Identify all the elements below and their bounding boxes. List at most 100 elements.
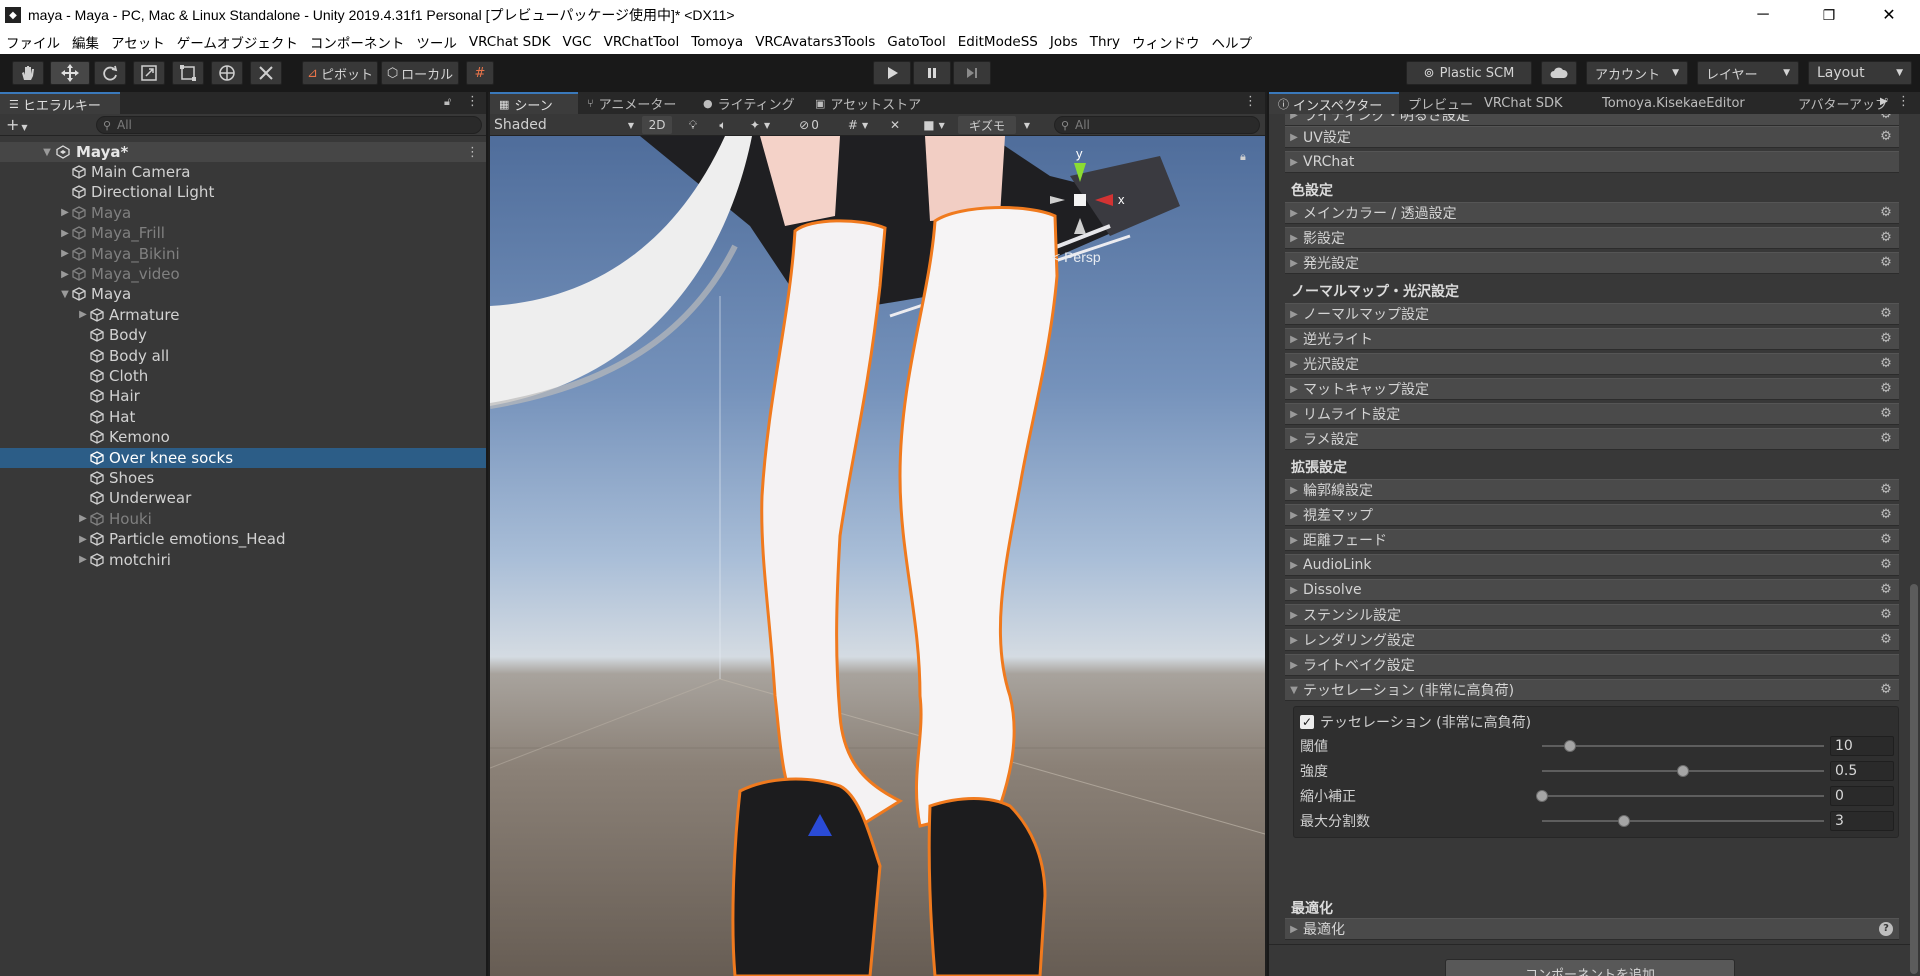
foldout-row[interactable]: ▶ 逆光ライト ⚙ <box>1285 328 1899 350</box>
gizmos-toggle[interactable]: ギズモ <box>958 116 1016 134</box>
shading-mode-dropdown[interactable]: Shaded ▼ <box>494 116 634 134</box>
hierarchy-row[interactable]: Main Camera <box>0 162 486 182</box>
hierarchy-row[interactable]: Hat <box>0 407 486 427</box>
menu-item[interactable]: アセット <box>105 32 171 52</box>
param-slider[interactable] <box>1542 745 1824 747</box>
chevron-down-icon[interactable]: ▼ <box>40 147 54 158</box>
hidden-objects-toggle[interactable]: ⊘ 0 <box>786 116 832 134</box>
chevron-right-icon[interactable]: ▶ <box>76 309 90 320</box>
slider-knob[interactable] <box>1677 765 1689 777</box>
plastic-scm-button[interactable]: ⊚ Plastic SCM <box>1406 61 1532 85</box>
param-value-field[interactable]: 0 <box>1830 786 1894 806</box>
hierarchy-row[interactable]: ▶ Maya_Bikini <box>0 244 486 264</box>
chevron-down-icon[interactable]: ▼ <box>58 289 72 300</box>
kebab-menu-icon[interactable]: ⋮ <box>1244 94 1257 109</box>
gear-icon[interactable]: ⚙ <box>1879 114 1893 122</box>
create-button[interactable]: + ▼ <box>6 115 28 134</box>
hierarchy-row[interactable]: ▶ Maya_Frill <box>0 223 486 243</box>
gear-icon[interactable]: ⚙ <box>1879 583 1893 597</box>
move-tool-button[interactable] <box>50 61 90 85</box>
hierarchy-row[interactable]: Over knee socks <box>0 447 486 468</box>
hierarchy-row[interactable]: Directional Light <box>0 182 486 202</box>
gear-icon[interactable]: ⚙ <box>1879 231 1893 245</box>
menu-item[interactable]: GatoTool <box>881 34 952 50</box>
hierarchy-row[interactable]: ▶ Armature <box>0 305 486 325</box>
tab-scene[interactable]: ▦ シーン <box>490 92 578 114</box>
gear-icon[interactable]: ⚙ <box>1879 683 1893 697</box>
hierarchy-row[interactable]: ▶ Particle emotions_Head <box>0 529 486 549</box>
kebab-menu-icon[interactable]: ⋮ <box>466 94 479 109</box>
foldout-row[interactable]: ▶ メインカラー / 透過設定 ⚙ <box>1285 202 1899 224</box>
foldout-row[interactable]: ▶ ノーマルマップ設定 ⚙ <box>1285 303 1899 325</box>
hierarchy-row[interactable]: Body <box>0 325 486 345</box>
tab-inspector[interactable]: ⓘ インスペクター <box>1269 92 1399 114</box>
gear-icon[interactable]: ⚙ <box>1879 432 1893 446</box>
tessellation-checkbox[interactable]: ✓ <box>1300 715 1314 729</box>
grid-dropdown[interactable]: # ▼ <box>838 116 878 134</box>
hierarchy-row[interactable]: Hair <box>0 386 486 406</box>
foldout-row[interactable]: ▶ ライトベイク設定 <box>1285 654 1899 676</box>
snap-toggle[interactable]: # <box>466 61 494 85</box>
scale-tool-button[interactable] <box>133 61 165 85</box>
foldout-row[interactable]: ▶ 距離フェード ⚙ <box>1285 529 1899 551</box>
hierarchy-row[interactable]: ▼ Maya <box>0 284 486 304</box>
gear-icon[interactable]: ⚙ <box>1879 407 1893 421</box>
lock-icon[interactable]: 🔓︎ <box>444 95 451 109</box>
menu-item[interactable]: 編集 <box>66 32 105 52</box>
gear-icon[interactable]: ⚙ <box>1879 608 1893 622</box>
chevron-right-icon[interactable]: ▶ <box>58 248 72 259</box>
param-value-field[interactable]: 10 <box>1830 736 1894 756</box>
menu-item[interactable]: VRCAvatars3Tools <box>749 34 881 50</box>
foldout-row[interactable]: ▶ UV設定 ⚙ <box>1285 126 1899 148</box>
gizmos-dropdown[interactable]: ▼ <box>1020 116 1034 134</box>
gear-icon[interactable]: ⚙ <box>1879 206 1893 220</box>
chevron-right-icon[interactable]: ▶ <box>76 534 90 545</box>
scene-tools-toggle[interactable]: ✕ <box>882 116 908 134</box>
tessellation-toggle-row[interactable]: ✓ テッセレーション (非常に高負荷) <box>1300 711 1894 733</box>
kebab-menu-icon[interactable]: ⋮ <box>1897 94 1910 109</box>
pivot-toggle[interactable]: ⊿ ピボット <box>302 61 378 85</box>
menu-item[interactable]: ゲームオブジェクト <box>171 32 304 52</box>
tab-lighting[interactable]: ● ライティング <box>694 92 806 114</box>
chevron-right-icon[interactable]: ▶ <box>76 554 90 565</box>
scene-search-input[interactable]: ⚲ All <box>1054 116 1260 134</box>
slider-knob[interactable] <box>1617 815 1630 827</box>
maximize-button[interactable]: ❐ <box>1806 0 1852 30</box>
scene-viewport[interactable]: y x < Persp 🔒︎ <box>490 136 1265 976</box>
hierarchy-row[interactable]: Kemono <box>0 427 486 447</box>
camera-dropdown[interactable]: ■ ▼ <box>914 116 954 134</box>
foldout-optimization[interactable]: ▶ 最適化? <box>1285 918 1899 940</box>
menu-item[interactable]: ファイル <box>0 32 66 52</box>
foldout-row[interactable]: ▶ 影設定 ⚙ <box>1285 227 1899 249</box>
menu-item[interactable]: ヘルプ <box>1206 32 1259 52</box>
hierarchy-search-input[interactable]: ⚲ All <box>96 116 482 134</box>
layers-dropdown[interactable]: レイヤー ▼ <box>1697 61 1799 85</box>
gear-icon[interactable]: ⚙ <box>1879 130 1893 144</box>
chevron-right-icon[interactable]: ▶ <box>1880 96 1888 107</box>
gear-icon[interactable]: ⚙ <box>1879 508 1893 522</box>
menu-item[interactable]: ツール <box>410 32 463 52</box>
account-dropdown[interactable]: アカウント ▼ <box>1586 61 1688 85</box>
hierarchy-row[interactable]: Shoes <box>0 468 486 488</box>
foldout-row[interactable]: ▶ ラメ設定 ⚙ <box>1285 428 1899 450</box>
step-button[interactable] <box>953 61 991 85</box>
transform-tool-button[interactable] <box>211 61 243 85</box>
menu-item[interactable]: EditModeSS <box>952 34 1044 50</box>
gear-icon[interactable]: ⚙ <box>1879 533 1893 547</box>
chevron-right-icon[interactable]: ▶ <box>58 207 72 218</box>
cloud-button[interactable] <box>1541 61 1577 85</box>
foldout-row[interactable]: ▶ マットキャップ設定 ⚙ <box>1285 378 1899 400</box>
param-value-field[interactable]: 3 <box>1830 811 1894 831</box>
hierarchy-row[interactable]: ▶ Maya_video <box>0 264 486 284</box>
foldout-row[interactable]: ▶ AudioLink ⚙ <box>1285 554 1899 576</box>
tab-hierarchy[interactable]: ☰ ヒエラルキー <box>0 92 120 114</box>
pause-button[interactable] <box>913 61 951 85</box>
hierarchy-row[interactable]: Cloth <box>0 366 486 386</box>
foldout-row[interactable]: ▶ VRChat <box>1285 151 1899 173</box>
chevron-right-icon[interactable]: ▶ <box>58 228 72 239</box>
foldout-row[interactable]: ▶ ステンシル設定 ⚙ <box>1285 604 1899 626</box>
play-button[interactable] <box>873 61 911 85</box>
menu-item[interactable]: コンポーネント <box>304 32 411 52</box>
menu-item[interactable]: VRChatTool <box>598 34 686 50</box>
gear-icon[interactable]: ⚙ <box>1879 483 1893 497</box>
